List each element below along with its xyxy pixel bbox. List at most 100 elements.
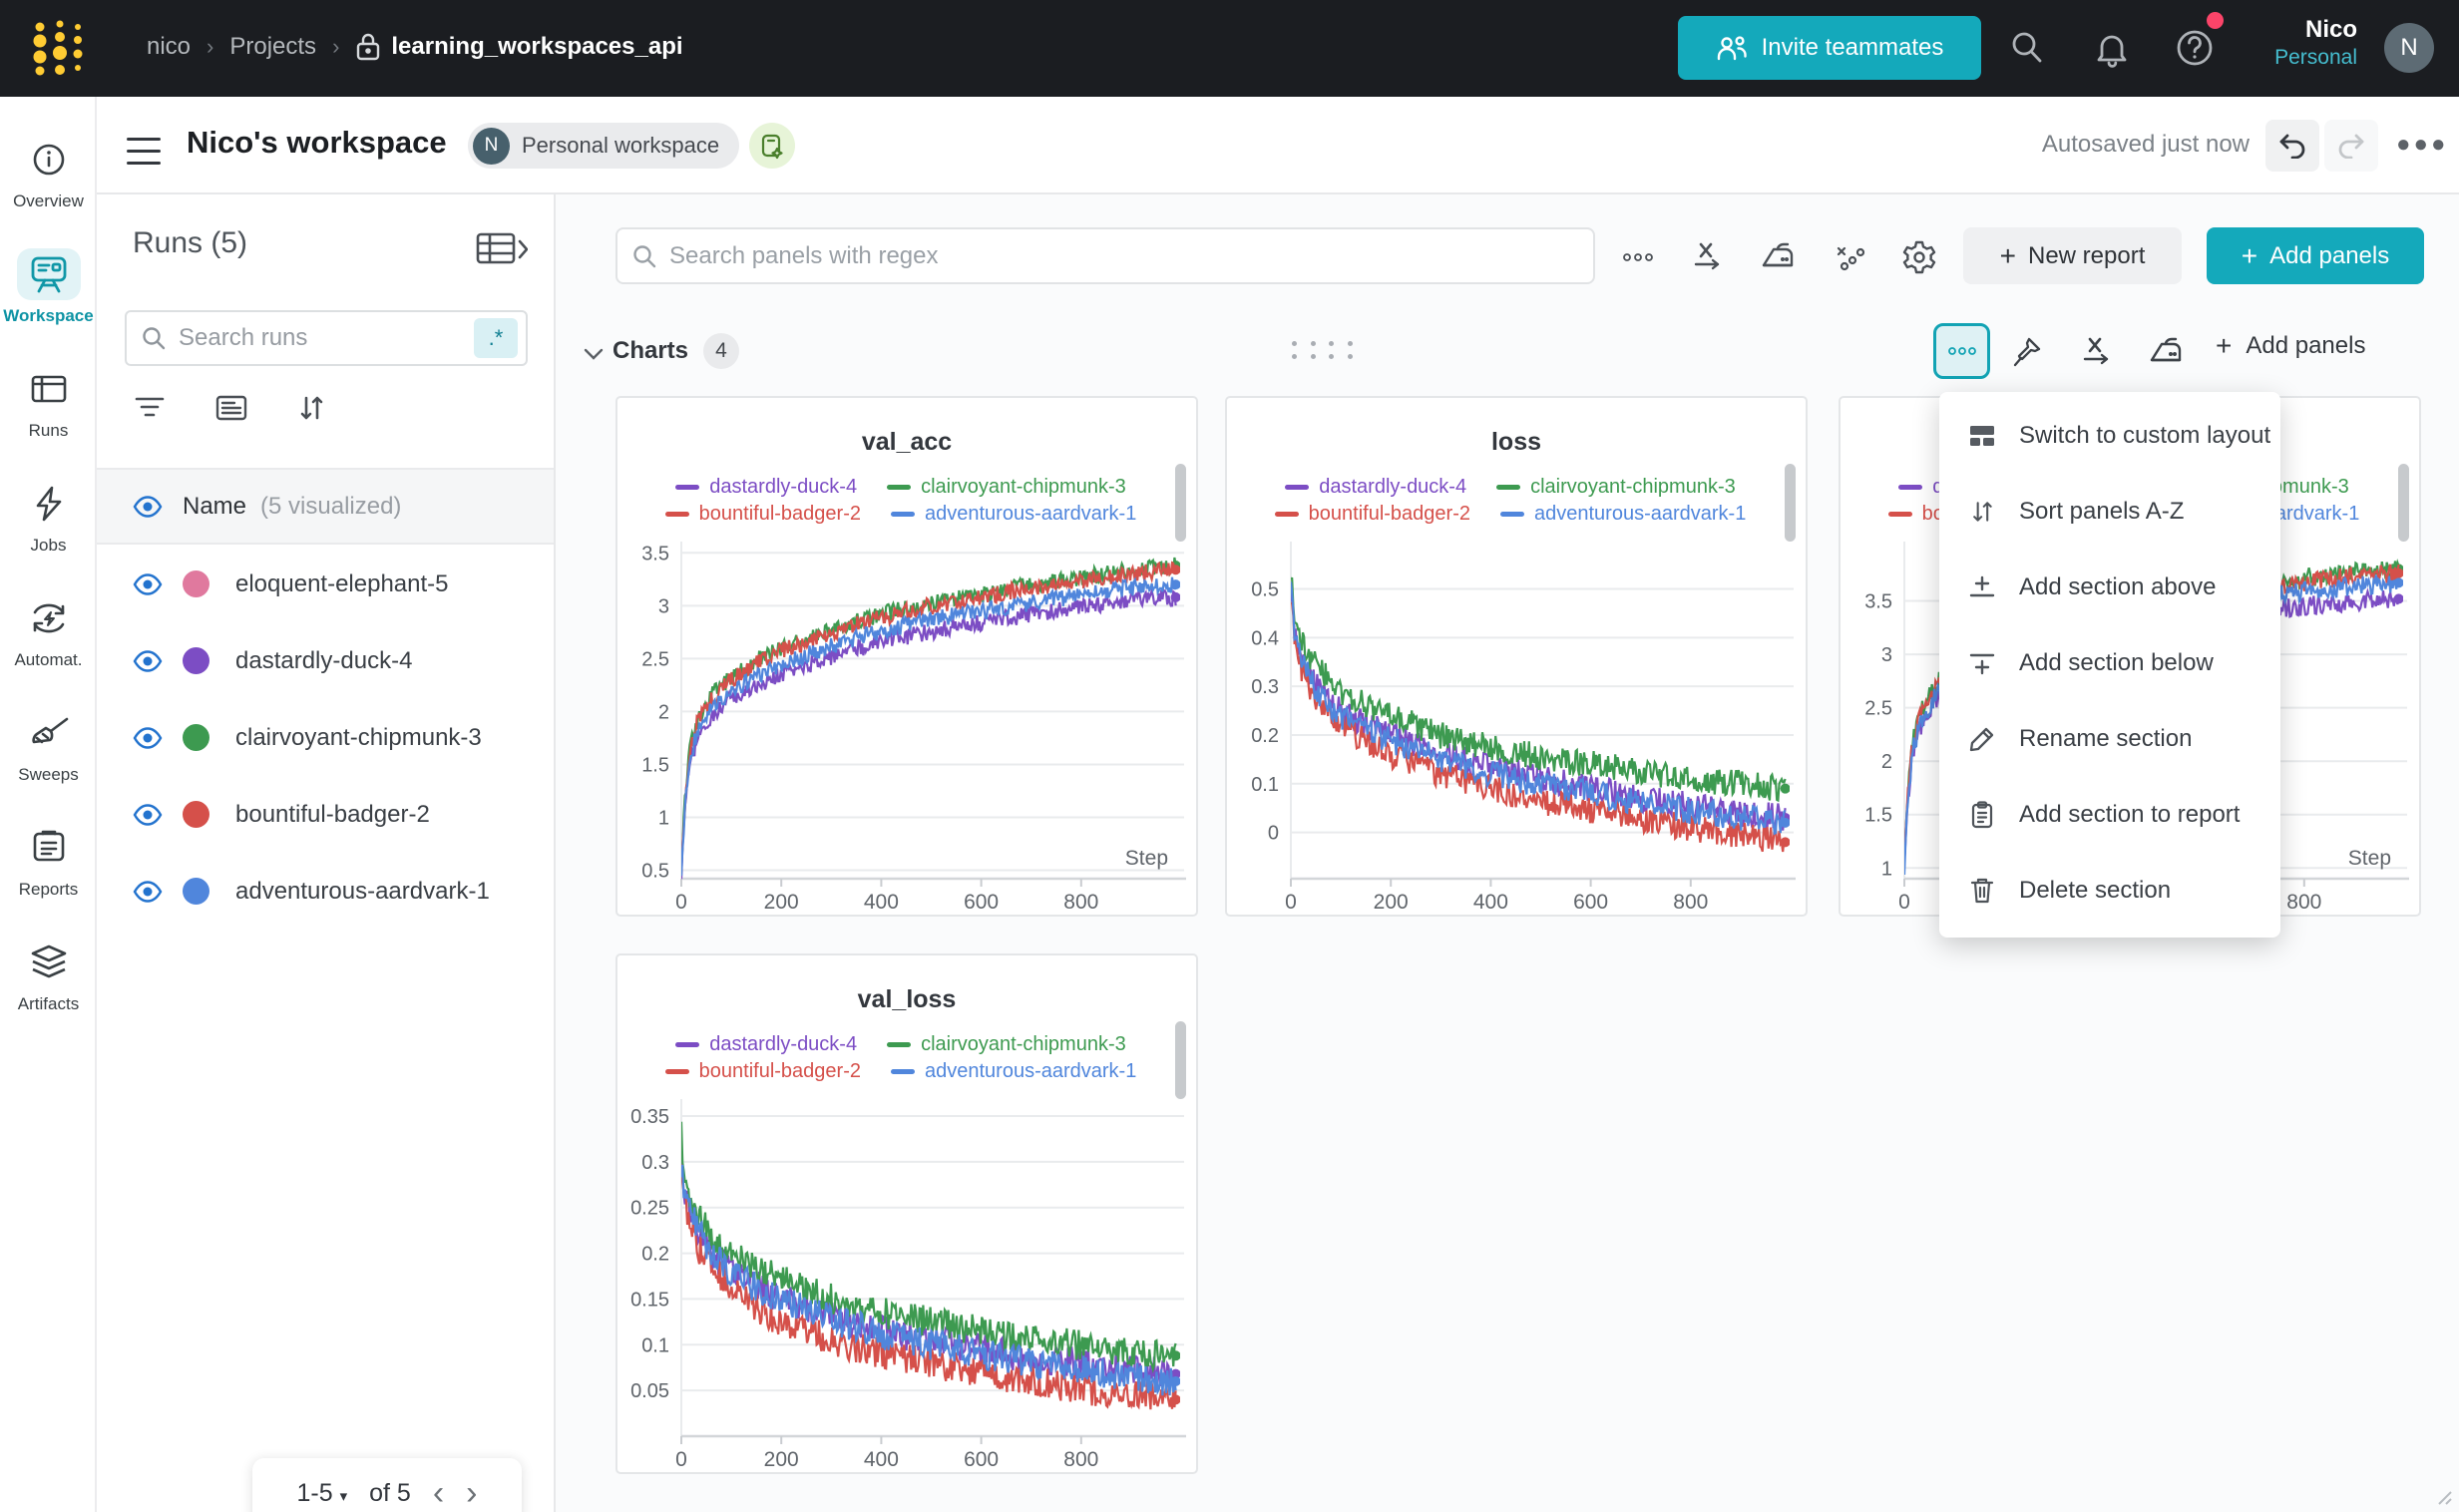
svg-text:0: 0 bbox=[1285, 891, 1297, 914]
eye-icon[interactable] bbox=[133, 804, 163, 826]
sidebar-item-artifacts[interactable]: Artifacts bbox=[0, 918, 97, 1032]
run-row-clairvoyant-chipmunk-3[interactable]: clairvoyant-chipmunk-3 bbox=[97, 699, 554, 776]
resize-handle-icon[interactable] bbox=[2431, 1484, 2453, 1506]
legend-scrollbar[interactable] bbox=[1785, 464, 1796, 542]
plus-icon: + bbox=[2242, 242, 2257, 270]
panel-search-input[interactable] bbox=[669, 242, 1593, 270]
svg-text:200: 200 bbox=[764, 891, 799, 914]
menu-item-rename-section[interactable]: Rename section bbox=[1939, 701, 2280, 777]
svg-text:2: 2 bbox=[1881, 751, 1892, 773]
pin-section-icon[interactable] bbox=[2004, 329, 2050, 375]
personal-workspace-badge[interactable]: N Personal workspace bbox=[468, 123, 739, 169]
run-name: dastardly-duck-4 bbox=[235, 647, 412, 675]
panel-more-icon[interactable] bbox=[1615, 234, 1661, 280]
runs-list-header[interactable]: Name (5 visualized) bbox=[97, 468, 554, 545]
section-drag-handle[interactable] bbox=[1292, 341, 1356, 359]
svg-text:400: 400 bbox=[864, 891, 899, 914]
sidebar-item-runs[interactable]: Runs bbox=[0, 344, 97, 459]
workspace-notes-icon[interactable] bbox=[749, 123, 795, 169]
run-row-adventurous-aardvark-1[interactable]: adventurous-aardvark-1 bbox=[97, 853, 554, 930]
bell-icon[interactable] bbox=[2092, 27, 2132, 74]
gear-icon[interactable] bbox=[1896, 234, 1942, 280]
x-axis-settings-icon[interactable] bbox=[2074, 329, 2120, 375]
chevron-down-icon[interactable] bbox=[584, 347, 604, 365]
search-icon[interactable] bbox=[2007, 28, 2047, 73]
run-row-eloquent-elephant-5[interactable]: eloquent-elephant-5 bbox=[97, 546, 554, 622]
sidebar-item-workspace[interactable]: Workspace bbox=[0, 229, 97, 344]
workspace-title[interactable]: Nico's workspace bbox=[187, 125, 447, 161]
pagination-total: of 5 bbox=[369, 1479, 411, 1508]
svg-text:0.2: 0.2 bbox=[1251, 725, 1279, 747]
runs-header-count: (5 visualized) bbox=[260, 493, 401, 521]
run-row-dastardly-duck-4[interactable]: dastardly-duck-4 bbox=[97, 622, 554, 699]
sidebar-item-jobs[interactable]: Jobs bbox=[0, 459, 97, 573]
svg-text:600: 600 bbox=[964, 891, 999, 914]
smoothing-iron-icon[interactable] bbox=[1756, 234, 1802, 280]
sidebar-item-reports[interactable]: Reports bbox=[0, 803, 97, 918]
chart-panel-loss[interactable]: loss dastardly-duck-4clairvoyant-chipmun… bbox=[1225, 396, 1808, 917]
sidebar-item-automations[interactable]: Automat. bbox=[0, 573, 97, 688]
eye-icon[interactable] bbox=[133, 496, 163, 518]
filter-icon[interactable] bbox=[133, 394, 167, 427]
wandb-logo-icon[interactable] bbox=[32, 17, 90, 84]
outliers-icon[interactable] bbox=[1827, 234, 1872, 280]
redo-button[interactable] bbox=[2324, 120, 2378, 172]
invite-teammates-button[interactable]: Invite teammates bbox=[1678, 16, 1981, 80]
svg-text:800: 800 bbox=[1063, 1448, 1098, 1471]
group-list-icon[interactable] bbox=[214, 394, 248, 427]
line-chart[interactable]: 0.050.10.150.20.250.30.350200400600800 bbox=[617, 955, 1200, 1476]
next-page-button[interactable]: › bbox=[466, 1476, 477, 1510]
breadcrumb-entity[interactable]: nico bbox=[147, 33, 191, 61]
svg-text:800: 800 bbox=[1673, 891, 1708, 914]
sidebar-item-sweeps[interactable]: Sweeps bbox=[0, 688, 97, 803]
legend-scrollbar[interactable] bbox=[2398, 464, 2409, 542]
x-axis-settings-icon[interactable] bbox=[1685, 234, 1731, 280]
menu-item-sort-panels[interactable]: Sort panels A-Z bbox=[1939, 474, 2280, 550]
section-more-button[interactable] bbox=[1933, 323, 1990, 379]
menu-item-switch-to-custom-layout[interactable]: Switch to custom layout bbox=[1939, 398, 2280, 474]
legend-scrollbar[interactable] bbox=[1175, 1021, 1186, 1099]
prev-page-button[interactable]: ‹ bbox=[433, 1476, 444, 1510]
line-chart[interactable]: 0.511.522.533.50200400600800Step bbox=[617, 398, 1200, 919]
svg-text:400: 400 bbox=[864, 1448, 899, 1471]
autosave-status: Autosaved just now bbox=[2042, 131, 2250, 159]
smoothing-iron-icon[interactable] bbox=[2144, 329, 2190, 375]
line-chart[interactable]: 00.10.20.30.40.50200400600800 bbox=[1227, 398, 1810, 919]
regex-toggle[interactable]: .* bbox=[474, 318, 518, 358]
search-icon bbox=[631, 243, 657, 269]
pagination-range-dropdown[interactable]: 1-5 ▾ bbox=[297, 1479, 348, 1508]
legend-scrollbar[interactable] bbox=[1175, 464, 1186, 542]
runs-sidebar: Runs (5) .* bbox=[97, 194, 556, 1512]
chart-panel-val-loss[interactable]: val_loss dastardly-duck-4clairvoyant-chi… bbox=[615, 953, 1198, 1474]
eye-icon[interactable] bbox=[133, 881, 163, 903]
undo-button[interactable] bbox=[2265, 120, 2319, 172]
add-above-icon bbox=[1967, 574, 1997, 600]
svg-text:2.5: 2.5 bbox=[1864, 698, 1892, 720]
run-row-bountiful-badger-2[interactable]: bountiful-badger-2 bbox=[97, 776, 554, 853]
menu-item-add-section-to-report[interactable]: Add section to report bbox=[1939, 777, 2280, 853]
eye-icon[interactable] bbox=[133, 650, 163, 672]
eye-icon[interactable] bbox=[133, 573, 163, 595]
svg-text:200: 200 bbox=[764, 1448, 799, 1471]
sort-icon[interactable] bbox=[296, 394, 326, 427]
chevron-right-icon: › bbox=[206, 34, 213, 60]
breadcrumb-project-name[interactable]: learning_workspaces_api bbox=[391, 33, 682, 61]
user-avatar[interactable]: N bbox=[2384, 23, 2434, 73]
menu-item-add-section-above[interactable]: Add section above bbox=[1939, 550, 2280, 625]
breadcrumb: nico › Projects › learning_workspaces_ap… bbox=[147, 32, 683, 62]
add-panels-button[interactable]: + Add panels bbox=[2207, 227, 2424, 284]
expand-runs-table-icon[interactable] bbox=[476, 232, 528, 271]
runs-search-input[interactable] bbox=[179, 324, 474, 352]
sidebar-item-overview[interactable]: Overview bbox=[0, 115, 97, 229]
svg-text:3: 3 bbox=[1881, 644, 1892, 666]
new-report-button[interactable]: + New report bbox=[1963, 227, 2182, 284]
section-add-panels-button[interactable]: + Add panels bbox=[2216, 332, 2365, 360]
charts-section-title[interactable]: Charts bbox=[613, 337, 688, 365]
eye-icon[interactable] bbox=[133, 727, 163, 749]
chart-panel-val-acc[interactable]: val_acc dastardly-duck-4clairvoyant-chip… bbox=[615, 396, 1198, 917]
breadcrumb-projects[interactable]: Projects bbox=[229, 33, 316, 61]
menu-item-add-section-below[interactable]: Add section below bbox=[1939, 625, 2280, 701]
workspace-more-icon[interactable]: ●●● bbox=[2396, 131, 2449, 159]
menu-item-delete-section[interactable]: Delete section bbox=[1939, 853, 2280, 929]
menu-hamburger-icon[interactable] bbox=[127, 129, 161, 159]
